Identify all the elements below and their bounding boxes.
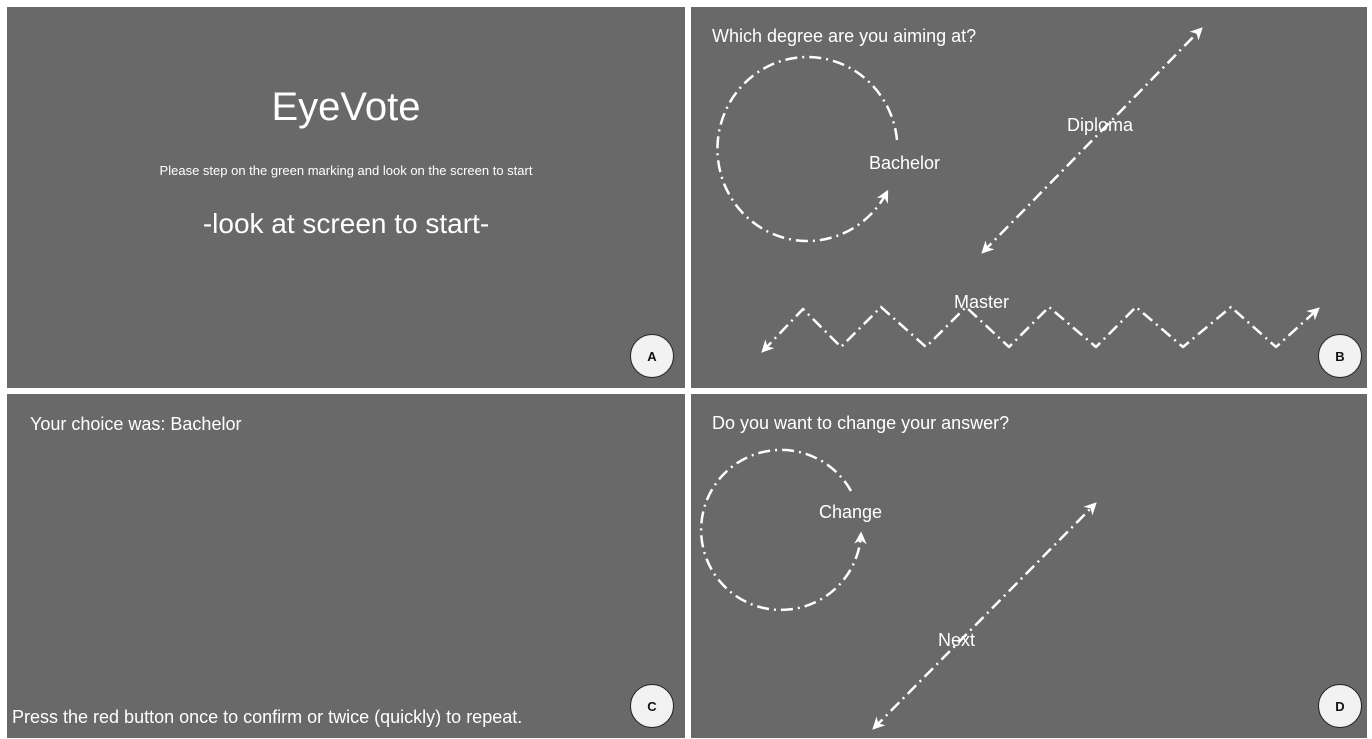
diploma-diagonal-trajectory[interactable] [981, 27, 1203, 254]
panel-label-badge: B [1318, 334, 1362, 378]
degree-question-panel: Which degree are you aiming at? Bachelor… [691, 7, 1367, 388]
option-label-diploma: Diploma [1067, 115, 1134, 135]
option-label-master: Master [954, 292, 1010, 312]
confirmation-panel: Your choice was: Bachelor Press the red … [7, 394, 685, 738]
next-diagonal-trajectory[interactable] [872, 502, 1097, 730]
panel-label-badge: A [630, 334, 674, 378]
app-title: EyeVote [271, 85, 421, 129]
change-circular-trajectory[interactable] [699, 448, 867, 612]
change-answer-panel: Do you want to change your answer? Chang… [691, 394, 1367, 738]
bachelor-circular-trajectory[interactable] [716, 55, 899, 243]
master-zigzag-trajectory[interactable] [761, 305, 1320, 353]
option-label-bachelor: Bachelor [869, 153, 941, 173]
panel-label-badge: C [630, 684, 674, 728]
option-label-change: Change [819, 502, 883, 522]
confirm-instruction: Press the red button once to confirm or … [12, 707, 523, 727]
panel-label-badge: D [1318, 684, 1362, 728]
start-instruction: Please step on the green marking and loo… [159, 163, 533, 178]
choice-summary: Your choice was: Bachelor [30, 414, 242, 434]
start-prompt: -look at screen to start- [202, 208, 490, 239]
option-label-next: Next [938, 630, 976, 650]
start-screen-panel: EyeVote Please step on the green marking… [7, 7, 685, 388]
